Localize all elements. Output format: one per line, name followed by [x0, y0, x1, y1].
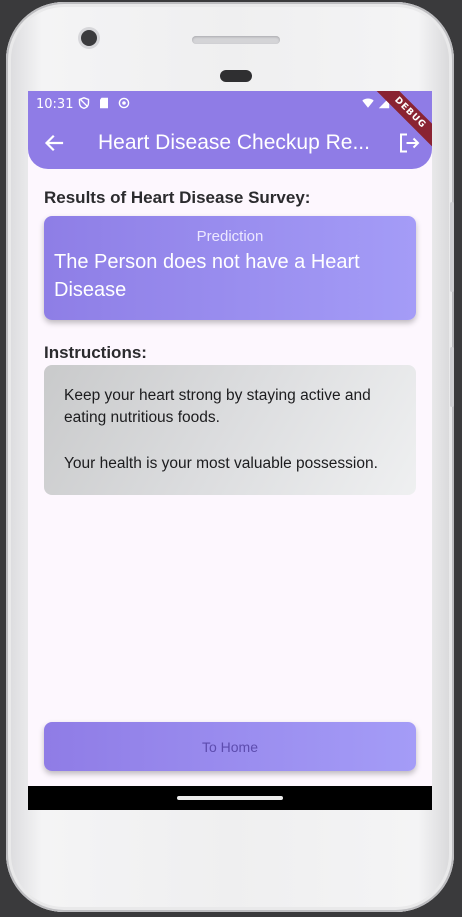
- app-screen: 10:31 DEBUG Heart Disease Checkup Re... …: [28, 91, 432, 810]
- power-button: [450, 347, 454, 407]
- instructions-text: Keep your heart strong by staying active…: [64, 385, 404, 475]
- proximity-sensor: [220, 70, 252, 82]
- arrow-back-icon[interactable]: [42, 131, 66, 155]
- shield-icon: [78, 97, 90, 109]
- prediction-label: Prediction: [196, 228, 264, 245]
- wifi-icon: [362, 98, 374, 108]
- system-navigation-bar: [28, 786, 432, 810]
- results-heading: Results of Heart Disease Survey:: [44, 188, 311, 207]
- toolbar: Heart Disease Checkup Re...: [28, 119, 432, 167]
- to-home-button[interactable]: To Home: [44, 722, 416, 771]
- app-bar: 10:31 DEBUG Heart Disease Checkup Re...: [28, 91, 432, 169]
- status-bar: 10:31: [36, 95, 424, 115]
- instruction-line: Keep your heart strong by staying active…: [64, 387, 371, 426]
- home-indicator[interactable]: [177, 796, 283, 800]
- sync-icon: [118, 97, 130, 109]
- prediction-result: The Person does not have a Heart Disease: [54, 251, 360, 301]
- status-time: 10:31: [36, 97, 74, 112]
- instructions-card: Keep your heart strong by staying active…: [44, 365, 416, 495]
- page-title: Heart Disease Checkup Re...: [98, 131, 370, 154]
- front-camera: [81, 30, 97, 46]
- prediction-card: Prediction The Person does not have a He…: [44, 216, 416, 320]
- sd-card-icon: [100, 97, 108, 109]
- instructions-heading: Instructions:: [44, 343, 147, 362]
- instruction-line: Your health is your most valuable posses…: [64, 455, 378, 472]
- volume-button: [450, 202, 454, 292]
- earpiece-speaker: [192, 36, 280, 44]
- logout-icon[interactable]: [397, 131, 421, 155]
- status-left-icons: [78, 97, 130, 109]
